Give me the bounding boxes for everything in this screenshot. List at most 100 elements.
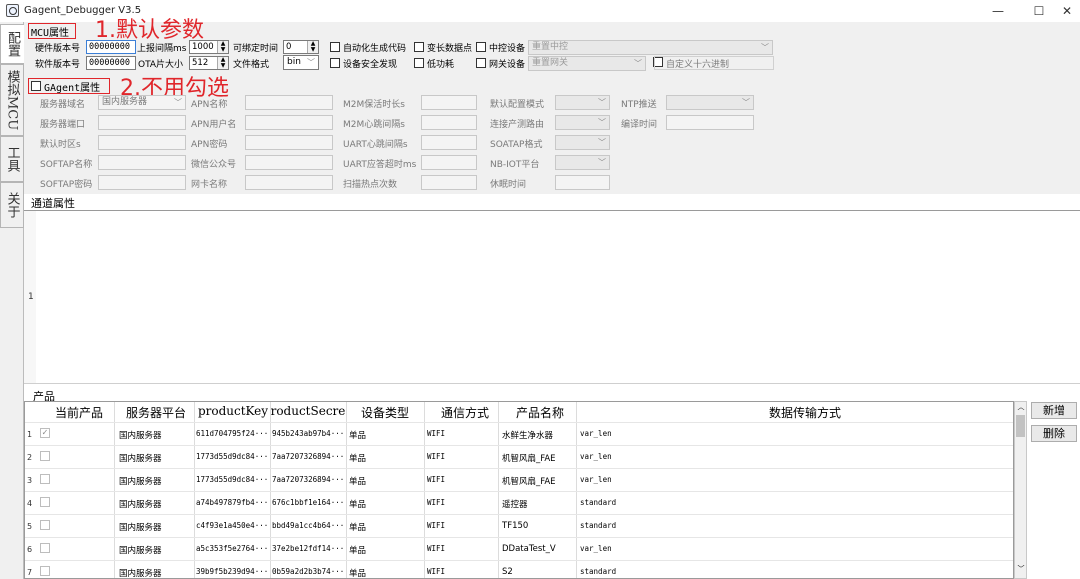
file-format-select[interactable]: bin ﹀: [283, 55, 319, 70]
apn-name-input[interactable]: [245, 95, 333, 110]
products-table: 当前产品 服务器平台 productKey roductSecre 设备类型 通…: [24, 401, 1014, 579]
row-number: 3: [27, 476, 33, 485]
cell-product-secret: 0b59a2d2b3b74···: [272, 567, 344, 576]
scan-hotspot-label: 扫描热点次数: [343, 180, 398, 190]
apn-pwd-input[interactable]: [245, 135, 333, 150]
spin-updown-icon[interactable]: ▲ ▼: [217, 57, 228, 69]
cell-comm: WIFI: [427, 567, 446, 576]
softap-format-select[interactable]: ﹀: [555, 135, 610, 150]
var-datapoint-checkbox[interactable]: [414, 42, 424, 52]
mcu-group-title: MCU属性: [31, 28, 70, 39]
add-product-button[interactable]: 新增: [1031, 402, 1077, 419]
current-product-checkbox[interactable]: [40, 520, 50, 530]
cell-transfer: standard: [580, 567, 617, 576]
minimize-button[interactable]: —: [983, 2, 1013, 20]
default-mode-label: 默认配置模式: [490, 100, 545, 110]
table-row[interactable]: 6 国内服务器 a5c353f5e2764··· 37e2be12fdf14··· 单品…: [25, 537, 1013, 560]
default-mode-select[interactable]: ﹀: [555, 95, 610, 110]
row-number: 6: [27, 545, 33, 554]
cell-platform: 国内服务器: [119, 454, 162, 464]
table-row[interactable]: 4 国内服务器 a74b497879fb4··· 676c1bbf1e164··· 单品…: [25, 491, 1013, 514]
uart-heartbeat-input[interactable]: [421, 135, 477, 150]
cell-platform: 国内服务器: [119, 569, 162, 579]
compile-time-input[interactable]: [666, 115, 754, 130]
nbiot-select[interactable]: ﹀: [555, 155, 610, 170]
table-row[interactable]: 5 国内服务器 c4f93e1a450e4··· bbd49a1cc4b64··· 单品…: [25, 514, 1013, 537]
server-domain-select[interactable]: 国内服务器 ﹀: [98, 95, 186, 110]
scroll-thumb[interactable]: [1016, 415, 1025, 437]
central-device-select[interactable]: 重置中控 ﹀: [528, 40, 773, 55]
server-port-label: 服务器端口: [40, 120, 86, 130]
table-row[interactable]: 1 ✓ 国内服务器 611d704795f24··· 945b243ab97b4··· 单…: [25, 422, 1013, 445]
report-interval-stepper[interactable]: 1000 ▲ ▼: [189, 40, 229, 54]
chevron-down-icon: ﹀: [598, 98, 606, 107]
close-button[interactable]: ✕: [1052, 2, 1080, 20]
channel-editor[interactable]: [24, 210, 1080, 384]
chevron-down-icon: ﹀: [174, 98, 182, 107]
default-tz-input[interactable]: [98, 135, 186, 150]
cell-platform: 国内服务器: [119, 500, 162, 510]
column-header[interactable]: roductSecre: [269, 404, 347, 418]
current-product-checkbox[interactable]: ✓: [40, 428, 50, 438]
ota-size-stepper[interactable]: 512 ▲ ▼: [189, 56, 229, 70]
chevron-down-icon: ﹀: [598, 118, 606, 127]
gateway-select[interactable]: 重置网关 ﹀: [528, 56, 646, 71]
scan-hotspot-input[interactable]: [421, 175, 477, 190]
connect-product-select[interactable]: ﹀: [555, 115, 610, 130]
column-header[interactable]: productKey: [197, 404, 269, 418]
scroll-down-icon[interactable]: ﹀: [1016, 564, 1026, 574]
current-product-checkbox[interactable]: [40, 566, 50, 576]
hw-version-input[interactable]: 00000000: [86, 40, 136, 54]
gagent-checkbox[interactable]: [31, 81, 41, 91]
delete-product-button[interactable]: 删除: [1031, 425, 1077, 442]
cell-product-secret: 7aa7207326894···: [272, 452, 344, 461]
tab-tools[interactable]: 工具: [0, 136, 24, 182]
m2m-heartbeat-input[interactable]: [421, 115, 477, 130]
current-product-checkbox[interactable]: [40, 451, 50, 461]
sw-version-input[interactable]: 00000000: [86, 56, 136, 70]
column-header[interactable]: 数据传输方式: [725, 404, 885, 421]
netcard-input[interactable]: [245, 175, 333, 190]
file-format-label: 文件格式: [233, 60, 270, 70]
table-row[interactable]: 3 国内服务器 1773d55d9dc84··· 7aa7207326894··· 单品…: [25, 468, 1013, 491]
m2m-keepalive-input[interactable]: [421, 95, 477, 110]
table-row[interactable]: 7 国内服务器 39b9f5b239d94··· 0b59a2d2b3b74··· 单品…: [25, 560, 1013, 579]
current-product-checkbox[interactable]: [40, 474, 50, 484]
custom-hex-field[interactable]: [654, 56, 774, 70]
column-header[interactable]: 设备类型: [349, 404, 421, 421]
central-device-checkbox[interactable]: [476, 42, 486, 52]
uart-timeout-input[interactable]: [421, 155, 477, 170]
column-header[interactable]: 当前产品: [53, 404, 105, 421]
apn-user-input[interactable]: [245, 115, 333, 130]
table-row[interactable]: 2 国内服务器 1773d55d9dc84··· 7aa7207326894··· 单品…: [25, 445, 1013, 468]
column-header[interactable]: 服务器平台: [121, 404, 191, 421]
cell-product-name: 遥控器: [502, 500, 528, 510]
wechat-input[interactable]: [245, 155, 333, 170]
current-product-checkbox[interactable]: [40, 497, 50, 507]
tab-simulate-mcu[interactable]: 模拟MCU: [0, 64, 24, 136]
softap-name-input[interactable]: [98, 155, 186, 170]
auto-code-checkbox[interactable]: [330, 42, 340, 52]
tab-about[interactable]: 关于: [0, 182, 24, 228]
chevron-down-icon: ﹀: [598, 138, 606, 147]
spin-updown-icon[interactable]: ▲ ▼: [217, 41, 228, 53]
bindable-time-stepper[interactable]: 0 ▲ ▼: [283, 40, 319, 54]
netcard-label: 网卡名称: [191, 180, 228, 190]
sleep-time-input[interactable]: [555, 175, 610, 190]
tab-config[interactable]: 配置: [0, 24, 24, 64]
secure-discovery-checkbox[interactable]: [330, 58, 340, 68]
ntp-select[interactable]: ﹀: [666, 95, 754, 110]
cell-product-key: a5c353f5e2764···: [196, 544, 268, 553]
low-power-checkbox[interactable]: [414, 58, 424, 68]
softap-pwd-input[interactable]: [98, 175, 186, 190]
gateway-device-checkbox[interactable]: [476, 58, 486, 68]
table-scrollbar[interactable]: ︿ ﹀: [1014, 401, 1027, 579]
maximize-button[interactable]: ☐: [1024, 2, 1054, 20]
spin-updown-icon[interactable]: ▲ ▼: [307, 41, 318, 53]
column-header[interactable]: 产品名称: [505, 404, 575, 421]
scroll-up-icon[interactable]: ︿: [1016, 402, 1026, 412]
column-header[interactable]: 通信方式: [429, 404, 501, 421]
current-product-checkbox[interactable]: [40, 543, 50, 553]
line-number: 1: [28, 292, 34, 302]
server-port-input[interactable]: [98, 115, 186, 130]
